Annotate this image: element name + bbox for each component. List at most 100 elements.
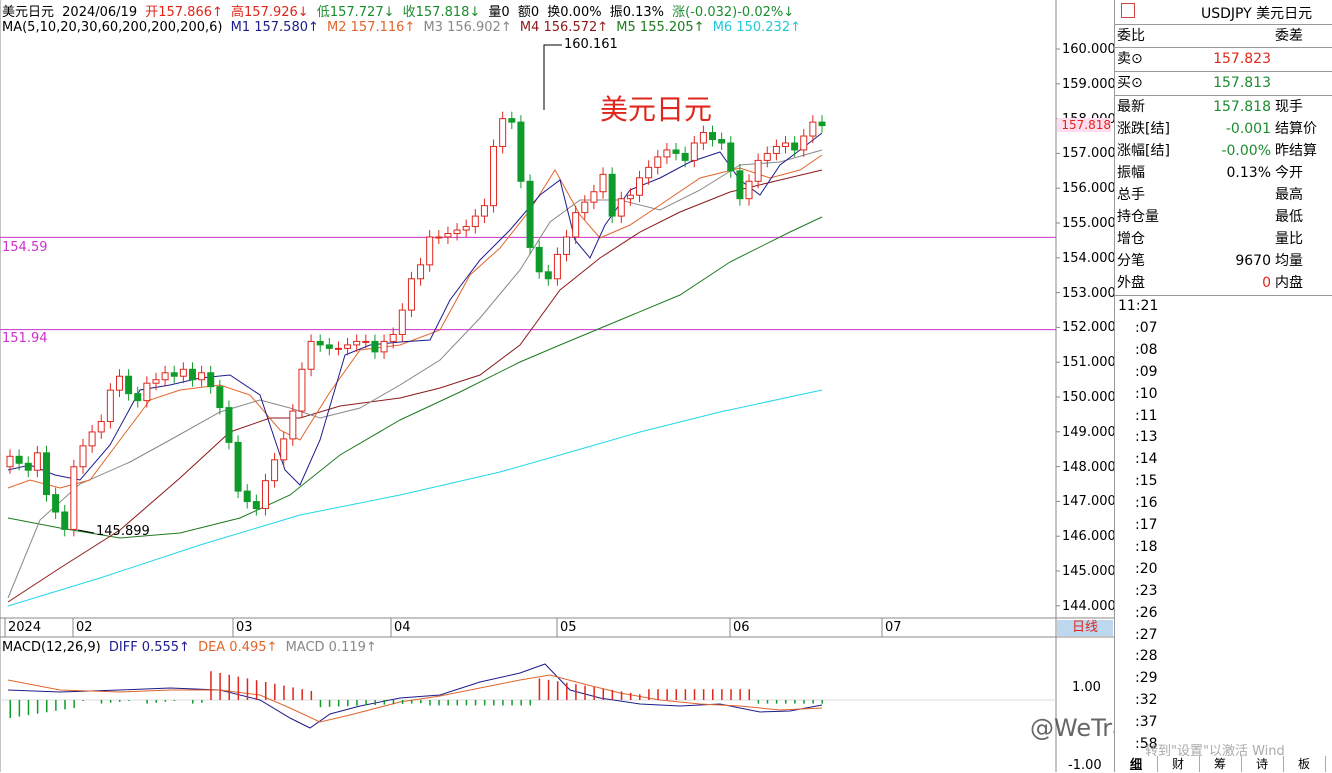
ma-m3: M3 156.902↑ (423, 20, 512, 35)
candle-body (581, 201, 589, 214)
macd-bar (721, 689, 723, 700)
candle-body (170, 372, 178, 377)
price-axis-tick: 145.000 (1062, 564, 1116, 579)
header-volume: 量0 (488, 5, 510, 20)
quote-row-value: 0.13% (1226, 165, 1271, 181)
period-button[interactable]: 日线 (1057, 620, 1113, 636)
macd-bar (118, 700, 121, 702)
tick-time: :32 (1135, 692, 1158, 709)
ma-info-line: MA(5,10,20,30,60,200,200,200,6) M1 157.5… (2, 20, 805, 35)
candle-body (754, 159, 762, 182)
candle-body (517, 121, 525, 182)
macd-bar (246, 678, 249, 700)
macd-dea: DEA 0.495↑ (198, 640, 278, 655)
macd-bar (766, 700, 769, 704)
price-axis-tick: 154.000 (1062, 250, 1116, 266)
quote-row-label: 振幅 (1117, 165, 1145, 181)
quote-row-value: -0.00% (1221, 143, 1271, 159)
quote-row: 涨跌[结] -0.001 结算价 (1115, 118, 1332, 140)
quote-row-value: 0 (1262, 275, 1271, 291)
tick-time: :16 (1135, 495, 1158, 512)
macd-bar (775, 700, 778, 704)
macd-bar (64, 700, 66, 710)
macd-bar (693, 689, 696, 700)
peak-leader-line (543, 44, 562, 110)
candle-body (462, 226, 470, 231)
candle-body (417, 264, 425, 280)
header-date: 2024/06/19 (62, 5, 138, 20)
macd-bar (292, 687, 294, 700)
macd-bar (447, 700, 449, 706)
macd-bar (483, 700, 486, 706)
macd-bar (128, 700, 130, 701)
candle-body (626, 194, 634, 200)
candle-body (298, 368, 306, 412)
candle-body (88, 431, 96, 447)
macd-bar (684, 689, 687, 700)
price-info-line: 美元日元 2024/06/19 开157.866↑ 高157.926↓ 低157… (2, 1, 798, 20)
candle-body (535, 246, 543, 273)
macd-bar (255, 680, 258, 700)
macd-bar (173, 700, 176, 701)
candle-body (79, 445, 87, 468)
macd-bar (191, 700, 194, 704)
candle-body (33, 452, 41, 471)
candle-body (435, 236, 443, 239)
macd-label: MACD(12,26,9) (2, 640, 101, 655)
candle-body (289, 410, 297, 440)
candle-body (179, 368, 187, 377)
macd-bar (100, 700, 103, 704)
hline-label-2: 151.94 (2, 331, 48, 346)
ma-m6: M6 150.232↑ (712, 20, 801, 35)
macd-diff-line (7, 663, 823, 729)
macd-bar (374, 700, 376, 706)
candle-body (24, 462, 32, 471)
tick-time: :26 (1135, 604, 1158, 621)
panel-tab[interactable]: 细 (1115, 756, 1158, 772)
sell-row[interactable]: 卖⊙ 157.823 (1115, 48, 1332, 70)
sell-value: 157.823 (1213, 51, 1271, 67)
macd-bar (146, 700, 148, 704)
chart-area[interactable]: 美元日元 2024/06/19 开157.866↑ 高157.926↓ 低157… (0, 0, 1260, 773)
ma-line-2 (7, 154, 823, 489)
candle-body (216, 386, 224, 409)
tick-time: :08 (1135, 341, 1158, 358)
sell-label: 卖⊙ (1117, 51, 1143, 67)
macd-bar (821, 700, 823, 704)
macd-bar (264, 682, 267, 700)
macd-bar (319, 700, 322, 708)
candle-body (152, 379, 160, 384)
price-chart[interactable] (0, 0, 1114, 772)
current-price-marker: 157.818 (1057, 118, 1111, 132)
macd-bar (228, 674, 230, 700)
macd-bar (328, 700, 331, 707)
panel-tab[interactable]: 财 (1157, 756, 1200, 772)
panel-tab[interactable]: 诗 (1241, 756, 1284, 772)
price-axis-tick: 149.000 (1062, 424, 1116, 440)
tick-time: :11 (1135, 407, 1158, 424)
macd-bar (201, 700, 203, 703)
macd-bar (474, 700, 477, 706)
candle-body (526, 180, 534, 248)
quote-row-label: 涨幅[结] (1117, 143, 1170, 159)
buy-row[interactable]: 买⊙ 157.813 (1115, 72, 1332, 94)
quote-row-label: 持仓量 (1117, 209, 1159, 225)
candle-body (681, 152, 689, 161)
panel-toggle[interactable] (1115, 0, 1139, 20)
quote-row-label: 最新 (1117, 99, 1145, 115)
candle-body (225, 407, 233, 443)
candle-body (188, 368, 196, 381)
quote-row-label: 涨跌[结] (1117, 121, 1170, 137)
candle-body (727, 142, 735, 172)
candle-body (544, 271, 552, 280)
panel-tab[interactable]: 板 (1283, 756, 1326, 772)
candle-body (590, 191, 598, 203)
macd-bar (639, 694, 641, 700)
tick-time: :14 (1135, 451, 1158, 468)
panel-tab[interactable]: 筹 (1199, 756, 1242, 772)
macd-bar (602, 688, 605, 700)
macd-bar (575, 684, 577, 700)
price-axis-tick: 151.000 (1062, 355, 1116, 371)
macd-bar (712, 689, 714, 700)
quote-row: 振幅 0.13% 今开 (1115, 162, 1332, 184)
